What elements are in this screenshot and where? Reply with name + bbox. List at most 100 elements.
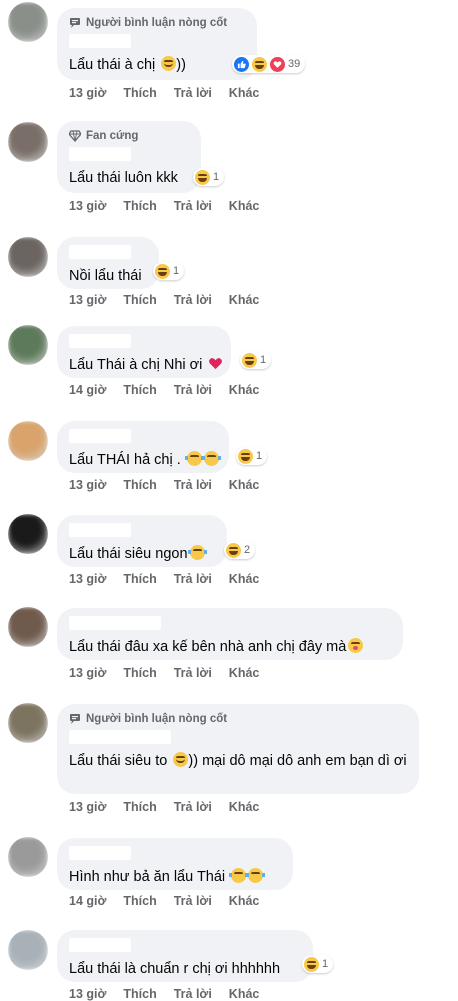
reaction-summary[interactable]: 1	[302, 955, 334, 973]
comment-actions: 13 giờ Thích Trả lời Khác	[69, 293, 259, 307]
avatar[interactable]	[8, 837, 48, 877]
smile-icon	[161, 56, 177, 71]
haha-reaction-icon	[226, 542, 241, 558]
comment-timestamp[interactable]: 13 giờ	[69, 800, 106, 814]
redacted-author-name[interactable]	[69, 245, 131, 259]
comment-timestamp[interactable]: 14 giờ	[69, 383, 106, 397]
comment-actions: 13 giờ Thích Trả lời Khác	[69, 800, 259, 814]
comment-text: Hình như bả ăn lẩu Thái	[69, 867, 281, 887]
haha-reaction-icon	[238, 448, 253, 464]
reply-button[interactable]: Trả lời	[174, 987, 212, 1001]
like-button[interactable]: Thích	[123, 383, 156, 397]
reply-button[interactable]: Trả lời	[174, 478, 212, 492]
reply-button[interactable]: Trả lời	[174, 86, 212, 100]
comment-text: Lẩu THÁI hả chị .	[69, 450, 221, 470]
like-button[interactable]: Thích	[123, 987, 156, 1001]
reaction-summary[interactable]: 39	[232, 55, 306, 73]
comment-bubble: Người bình luận nòng cốt Lẩu thái siêu to…	[57, 704, 419, 794]
badge-label: Người bình luận nòng cốt	[86, 713, 228, 725]
more-button[interactable]: Khác	[229, 478, 260, 492]
like-reaction-icon	[234, 56, 249, 72]
comment-bubble: Lẩu Thái à chị Nhi ơi	[57, 326, 231, 378]
like-button[interactable]: Thích	[123, 199, 156, 213]
avatar[interactable]	[8, 2, 48, 42]
comment-bubble: Người bình luận nòng cốt Lẩu thái à chị )…	[57, 8, 257, 80]
commenter-badge: Fan cứng	[69, 129, 189, 143]
comment-bubble: Hình như bả ăn lẩu Thái	[57, 838, 293, 890]
avatar[interactable]	[8, 421, 48, 461]
redacted-author-name[interactable]	[69, 523, 131, 537]
comment-actions: 13 giờ Thích Trả lời Khác	[69, 572, 259, 586]
more-button[interactable]: Khác	[229, 800, 260, 814]
reaction-count: 1	[213, 171, 220, 183]
avatar[interactable]	[8, 607, 48, 647]
redacted-author-name[interactable]	[69, 34, 131, 48]
smile-icon	[173, 752, 189, 767]
more-button[interactable]: Khác	[229, 293, 260, 307]
like-button[interactable]: Thích	[123, 572, 156, 586]
commenter-badge: Người bình luận nòng cốt	[69, 16, 245, 30]
comment-bubble: Lẩu thái đâu xa kế bên nhà anh chị đây m…	[57, 608, 403, 660]
more-button[interactable]: Khác	[229, 199, 260, 213]
avatar[interactable]	[8, 703, 48, 743]
reply-button[interactable]: Trả lời	[174, 800, 212, 814]
reaction-summary[interactable]: 2	[224, 541, 256, 559]
speech-bubble-icon	[69, 713, 81, 725]
reaction-summary[interactable]: 1	[236, 447, 268, 465]
like-button[interactable]: Thích	[123, 478, 156, 492]
comment-timestamp[interactable]: 14 giờ	[69, 894, 106, 908]
avatar[interactable]	[8, 237, 48, 277]
reply-button[interactable]: Trả lời	[174, 383, 212, 397]
reaction-summary[interactable]: 1	[193, 168, 225, 186]
comment-timestamp[interactable]: 13 giờ	[69, 478, 106, 492]
reply-button[interactable]: Trả lời	[174, 199, 212, 213]
tears-of-joy-icon	[187, 545, 207, 560]
more-button[interactable]: Khác	[229, 86, 260, 100]
avatar[interactable]	[8, 122, 48, 162]
comment-actions: 13 giờ Thích Trả lời Khác	[69, 86, 259, 100]
reaction-summary[interactable]: 1	[153, 262, 185, 280]
haha-reaction-icon	[242, 352, 257, 368]
redacted-author-name[interactable]	[69, 429, 131, 443]
love-reaction-icon	[270, 56, 285, 72]
redacted-author-name[interactable]	[69, 147, 131, 161]
redacted-author-name[interactable]	[69, 334, 131, 348]
reaction-count: 39	[288, 58, 301, 70]
avatar[interactable]	[8, 514, 48, 554]
comment-timestamp[interactable]: 13 giờ	[69, 199, 106, 213]
comment-actions: 13 giờ Thích Trả lời Khác	[69, 666, 259, 680]
reaction-summary[interactable]: 1	[240, 351, 272, 369]
comment-text: Lẩu thái luôn kkk	[69, 170, 178, 186]
tears-of-joy-icon	[201, 451, 221, 466]
more-button[interactable]: Khác	[229, 572, 260, 586]
redacted-author-name[interactable]	[69, 846, 131, 860]
reply-button[interactable]: Trả lời	[174, 293, 212, 307]
like-button[interactable]: Thích	[123, 800, 156, 814]
comment-timestamp[interactable]: 13 giờ	[69, 666, 106, 680]
comment-text: Lẩu Thái à chị Nhi ơi	[69, 355, 223, 375]
comment-timestamp[interactable]: 13 giờ	[69, 572, 106, 586]
redacted-author-name[interactable]	[69, 938, 131, 952]
like-button[interactable]: Thích	[123, 293, 156, 307]
tears-of-joy-icon	[184, 451, 204, 466]
like-button[interactable]: Thích	[123, 894, 156, 908]
comment-timestamp[interactable]: 13 giờ	[69, 987, 106, 1001]
comment-timestamp[interactable]: 13 giờ	[69, 86, 106, 100]
avatar[interactable]	[8, 930, 48, 970]
more-button[interactable]: Khác	[229, 383, 260, 397]
avatar[interactable]	[8, 325, 48, 365]
more-button[interactable]: Khác	[229, 666, 260, 680]
reaction-count: 2	[244, 544, 251, 556]
more-button[interactable]: Khác	[229, 987, 260, 1001]
reaction-count: 1	[322, 958, 329, 970]
redacted-author-name[interactable]	[69, 730, 171, 744]
reply-button[interactable]: Trả lời	[174, 666, 212, 680]
badge-label: Fan cứng	[86, 130, 139, 142]
more-button[interactable]: Khác	[229, 894, 260, 908]
comment-timestamp[interactable]: 13 giờ	[69, 293, 106, 307]
reply-button[interactable]: Trả lời	[174, 894, 212, 908]
like-button[interactable]: Thích	[123, 666, 156, 680]
like-button[interactable]: Thích	[123, 86, 156, 100]
redacted-author-name[interactable]	[69, 616, 161, 630]
reply-button[interactable]: Trả lời	[174, 572, 212, 586]
